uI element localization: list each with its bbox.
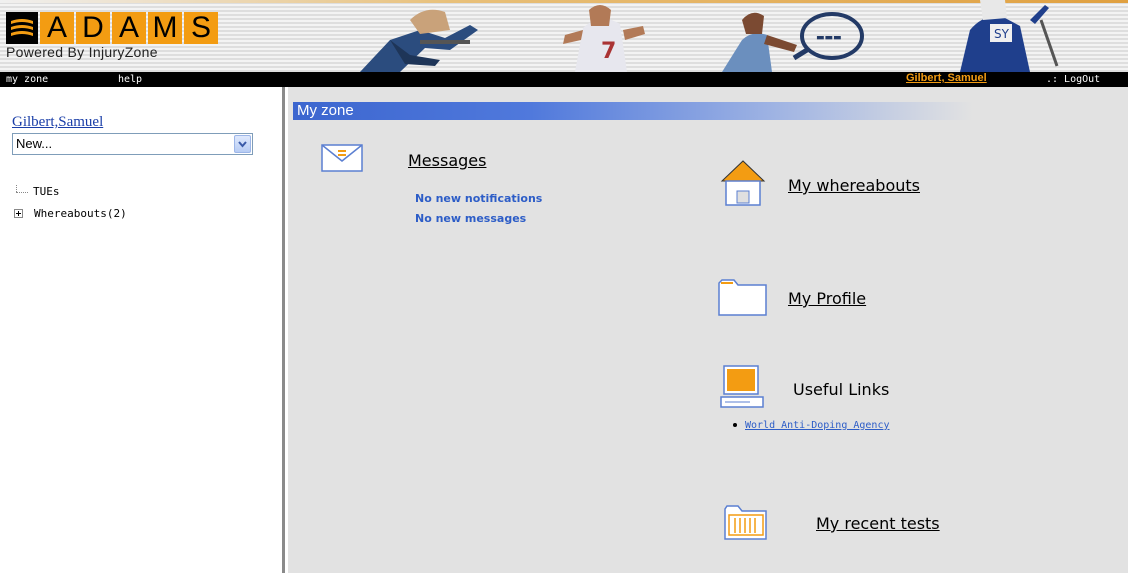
new-item-select[interactable]: New... [12,133,253,155]
my-recent-tests-link[interactable]: My recent tests [816,514,940,533]
tennis-player-image: ▬▬▬ [722,12,864,72]
logo-letter: S [184,12,218,44]
top-menu-bar: my zone help Gilbert, Samuel .: LogOut [0,72,1128,87]
logo-powered-by: Powered By InjuryZone [6,44,158,60]
folder-icon[interactable] [718,277,768,317]
menu-help[interactable]: help [118,73,142,86]
tree-connector [16,185,17,192]
hockey-player-image: SY [960,0,1059,72]
page-title: My zone [297,102,354,119]
logo-letter: A [112,12,146,44]
tree-connector [16,192,28,193]
logo-letter: M [148,12,182,44]
menu-my-zone[interactable]: my zone [6,73,48,86]
house-icon[interactable] [720,159,766,207]
logo-letter: A [40,12,74,44]
useful-link-item: World Anti-Doping Agency [733,420,890,431]
wada-link[interactable]: World Anti-Doping Agency [745,420,890,431]
useful-links-title: Useful Links [793,380,890,399]
app-header: A D A M S Powered By InjuryZone 7 ▬▬▬ SY [0,0,1128,72]
svg-text:▬▬▬: ▬▬▬ [816,33,842,43]
chevron-down-icon[interactable] [234,135,251,153]
svg-text:7: 7 [601,39,616,64]
tree-item-label: TUEs [33,185,60,198]
page-title-bar: My zone [293,102,973,120]
main-content: My zone Messages No new notifications No… [288,87,1128,573]
bullet-icon [733,423,737,427]
computer-icon [720,365,764,408]
athlete-name-link[interactable]: Gilbert,Samuel [12,114,103,131]
my-profile-link[interactable]: My Profile [788,289,866,308]
messages-status: No new messages [415,212,527,225]
logout-link[interactable]: .: LogOut [1046,73,1100,86]
expand-plus-icon[interactable] [14,209,23,218]
messages-link[interactable]: Messages [408,151,486,170]
test-folder-icon[interactable] [724,503,768,541]
logo-letter: D [76,12,110,44]
select-value: New... [16,136,53,151]
hurdler-image [360,9,478,72]
my-whereabouts-link[interactable]: My whereabouts [788,176,920,195]
user-name-link[interactable]: Gilbert, Samuel [906,72,987,85]
logo-letters: A D A M S [6,12,218,44]
sidebar: Gilbert,Samuel New... TUEs Whereabouts(2… [0,87,285,573]
runner-image: 7 [563,5,645,72]
svg-text:SY: SY [994,27,1010,41]
logo-mark-icon [6,12,38,44]
notifications-status: No new notifications [415,192,543,205]
adams-logo[interactable]: A D A M S Powered By InjuryZone [6,12,220,60]
tree-item-label: Whereabouts(2) [34,207,127,220]
envelope-icon[interactable] [321,144,363,172]
